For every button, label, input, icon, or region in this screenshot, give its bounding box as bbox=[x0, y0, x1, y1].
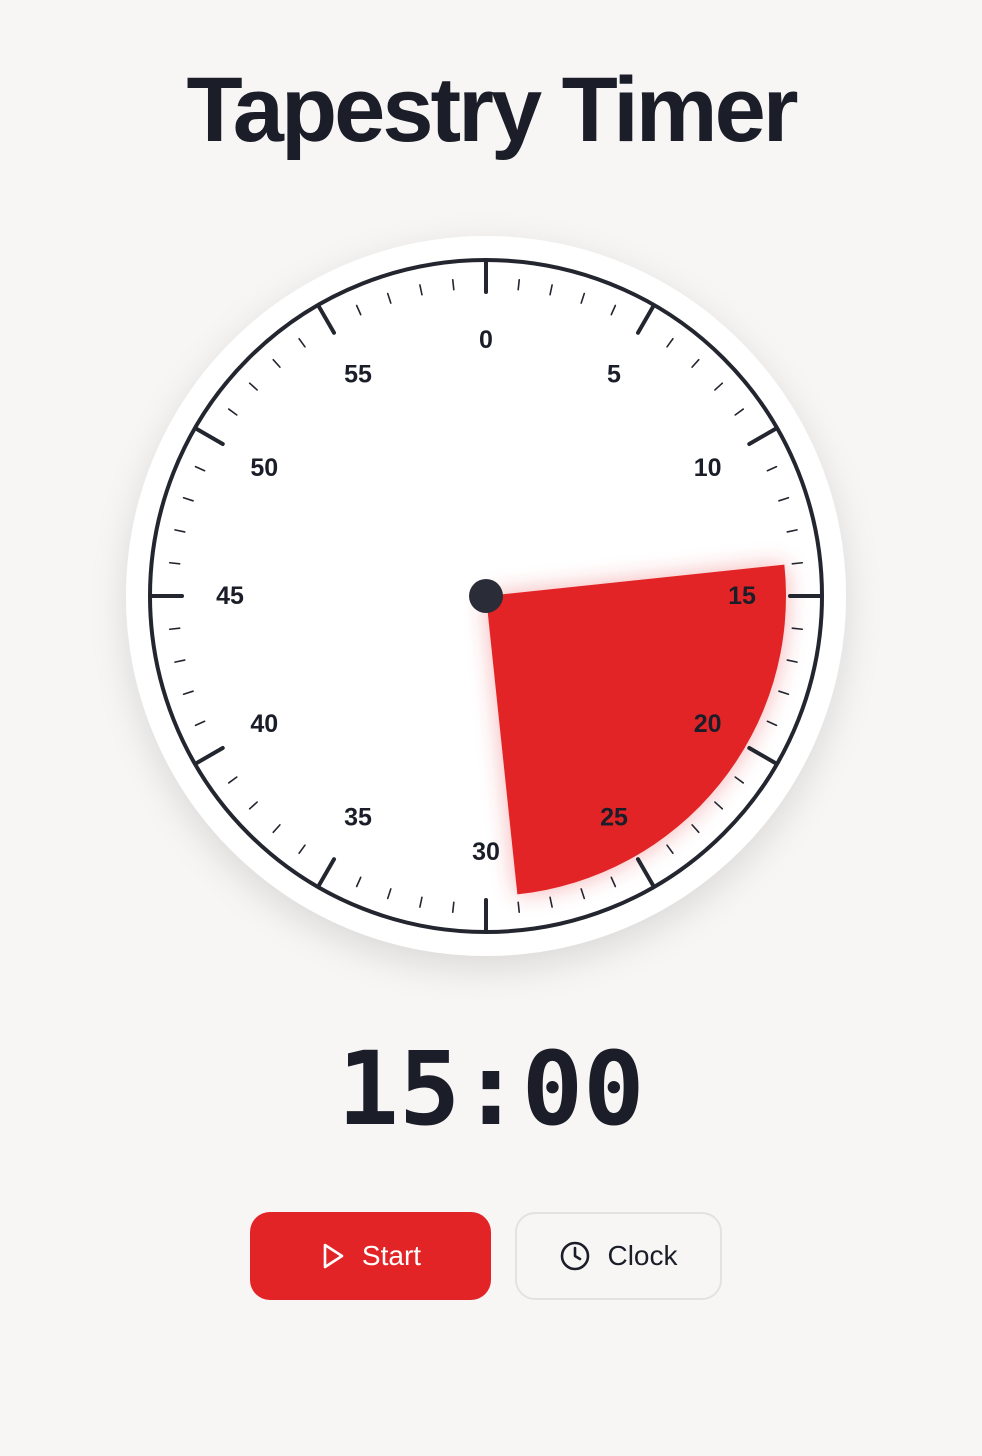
clock-label: Clock bbox=[607, 1240, 678, 1271]
dial-label-20: 20 bbox=[694, 710, 722, 738]
dial-label-0: 0 bbox=[479, 326, 493, 354]
play-icon bbox=[320, 1242, 346, 1270]
dial-label-30: 30 bbox=[472, 838, 500, 866]
dial-label-15: 15 bbox=[728, 582, 756, 610]
minor-tick bbox=[517, 278, 521, 291]
dial-label-50: 50 bbox=[250, 454, 278, 482]
clock-icon bbox=[559, 1240, 591, 1272]
minor-tick bbox=[451, 901, 455, 914]
minor-tick bbox=[791, 627, 804, 631]
minor-tick bbox=[517, 901, 521, 914]
dial-label-35: 35 bbox=[344, 804, 372, 832]
minor-tick bbox=[791, 561, 804, 565]
start-label: Start bbox=[361, 1240, 422, 1271]
minor-tick bbox=[168, 627, 181, 631]
dial-label-10: 10 bbox=[694, 454, 722, 482]
start-button[interactable]: Start bbox=[250, 1212, 491, 1300]
dial-center-hub bbox=[469, 579, 503, 613]
dial-label-55: 55 bbox=[344, 360, 372, 388]
minor-tick bbox=[168, 561, 181, 565]
clock-button[interactable]: Clock bbox=[515, 1212, 722, 1300]
minor-tick bbox=[451, 278, 455, 291]
dial-label-25: 25 bbox=[600, 804, 628, 832]
time-display: 15:00 bbox=[337, 1030, 645, 1149]
dial-label-5: 5 bbox=[607, 360, 621, 388]
dial-label-45: 45 bbox=[216, 582, 244, 610]
dial-svg: 0 5 10 15 20 25 30 35 40 45 50 55 bbox=[126, 236, 846, 956]
timer-dial[interactable]: 0 5 10 15 20 25 30 35 40 45 50 55 bbox=[0, 0, 982, 1000]
dial-label-40: 40 bbox=[250, 710, 278, 738]
